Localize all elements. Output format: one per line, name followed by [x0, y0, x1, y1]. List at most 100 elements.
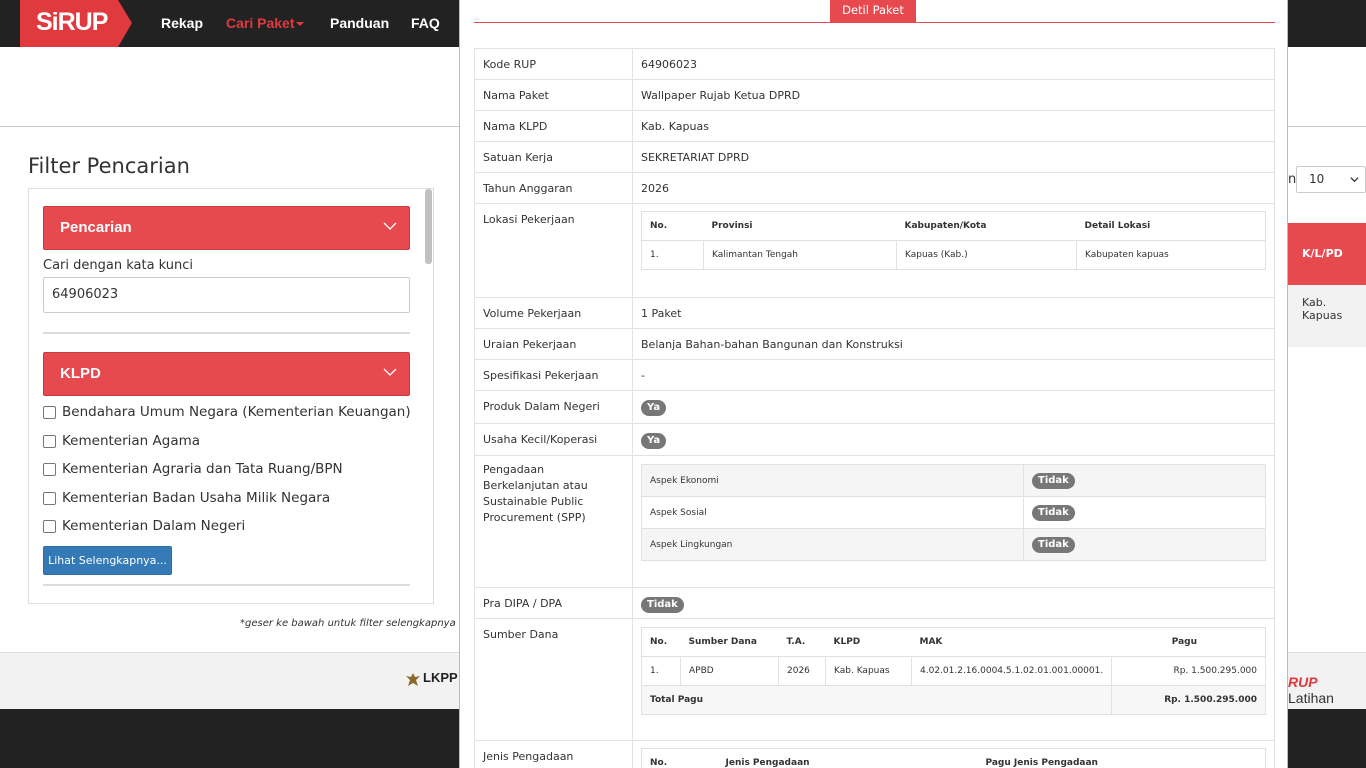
dana-header-row: No. Sumber Dana T.A. KLPD MAK Pagu — [641, 627, 1266, 657]
pencarian-accordion[interactable]: Pencarian — [43, 206, 410, 250]
col-header: T.A. — [778, 627, 826, 657]
nav-rekap[interactable]: Rekap — [161, 15, 203, 31]
total-value: Rp. 1.500.295.000 — [1111, 685, 1266, 715]
detail-label: Volume Pekerjaan — [474, 297, 633, 329]
nav-cari-paket-label: Cari Paket — [226, 15, 295, 31]
total-row: Total Pagu Rp. 1.500.295.000 — [640, 685, 1266, 715]
status-badge: Ya — [641, 400, 667, 416]
col-header: KLPD — [825, 627, 912, 657]
detail-label: Sumber Dana — [474, 618, 633, 741]
table-row: 1. Kalimantan Tengah Kapuas (Kab.) Kabup… — [641, 240, 1266, 270]
table-row: Aspek Sosial Tidak — [641, 496, 1266, 529]
checkbox[interactable] — [43, 405, 56, 419]
cell: Kab. Kapuas — [825, 656, 912, 686]
detail-table: Kode RUP 64906023 Nama Paket Wallpaper R… — [474, 48, 1275, 768]
checkbox[interactable] — [43, 519, 56, 533]
col-header: Kabupaten/Kota — [896, 211, 1077, 241]
detail-row: Spesifikasi Pekerjaan - — [474, 359, 1275, 391]
nav-faq[interactable]: FAQ — [411, 15, 440, 31]
detail-value: Kab. Kapuas — [632, 110, 1275, 142]
keyword-input[interactable]: 64906023 — [43, 277, 410, 313]
cell: Tidak — [1023, 496, 1266, 529]
klpd-option[interactable]: Kementerian Dalam Negeri — [43, 518, 245, 534]
detail-label: Jenis Pengadaan — [474, 740, 633, 768]
nav-cari-paket[interactable]: Cari Paket — [226, 15, 305, 31]
logo-text: SiRUP — [36, 8, 108, 36]
klpd-option-label: Kementerian Badan Usaha Milik Negara — [62, 490, 331, 506]
col-header: Jenis Pengadaan — [717, 748, 978, 768]
lkpp-text: LKPP — [423, 670, 458, 685]
keyword-label: Cari dengan kata kunci — [43, 258, 194, 273]
detail-label: Kode RUP — [474, 48, 633, 80]
sumber-dana-table: No. Sumber Dana T.A. KLPD MAK Pagu 1. AP… — [640, 627, 1266, 715]
lokasi-header-row: No. Provinsi Kabupaten/Kota Detail Lokas… — [641, 211, 1266, 241]
col-header: No. — [641, 748, 718, 768]
detail-label: Nama KLPD — [474, 110, 633, 142]
cell: 1. — [641, 656, 681, 686]
klpd-option-label: Kementerian Agraria dan Tata Ruang/BPN — [62, 461, 343, 477]
col-header: Pagu Jenis Pengadaan — [977, 748, 1266, 768]
klpd-option[interactable]: Kementerian Badan Usaha Milik Negara — [43, 490, 330, 506]
detail-value: Ya — [632, 390, 1275, 424]
show-entries-label: n — [1288, 172, 1297, 187]
status-badge: Ya — [641, 433, 667, 449]
detail-row: Uraian Pekerjaan Belanja Bahan-bahan Ban… — [474, 328, 1275, 360]
klpd-accordion[interactable]: KLPD — [43, 352, 410, 396]
detail-label: Nama Paket — [474, 79, 633, 111]
detail-label: Uraian Pekerjaan — [474, 328, 633, 360]
detail-label: Lokasi Pekerjaan — [474, 203, 633, 298]
detail-value: No. Jenis Pengadaan Pagu Jenis Pengadaan — [632, 740, 1275, 768]
detail-row: Usaha Kecil/Koperasi Ya — [474, 423, 1275, 456]
klpd-option[interactable]: Kementerian Agraria dan Tata Ruang/BPN — [43, 461, 343, 477]
lkpp-logo: LKPP — [405, 670, 460, 692]
detail-value: 2026 — [632, 172, 1275, 204]
jenis-pengadaan-table: No. Jenis Pengadaan Pagu Jenis Pengadaan — [641, 748, 1266, 768]
detail-modal: Detil Paket Kode RUP 64906023 Nama Paket… — [459, 0, 1288, 768]
checkbox[interactable] — [43, 462, 56, 476]
detail-value: Tidak — [632, 587, 1275, 619]
cell: 2026 — [778, 656, 826, 686]
detail-value: SEKRETARIAT DPRD — [632, 141, 1275, 173]
garuda-icon — [406, 673, 420, 686]
detail-row: Nama KLPD Kab. Kapuas — [474, 110, 1275, 142]
klpd-option[interactable]: Kementerian Agama — [43, 433, 200, 449]
detail-label: Usaha Kecil/Koperasi — [474, 423, 633, 456]
spp-table: Aspek Ekonomi Tidak Aspek Sosial Tidak A… — [641, 464, 1266, 561]
sirup-logo[interactable]: SiRUP — [0, 0, 132, 47]
cell: Kabupaten kapuas — [1076, 240, 1266, 270]
detail-value: Aspek Ekonomi Tidak Aspek Sosial Tidak A… — [632, 455, 1275, 588]
chevron-down-icon — [383, 368, 397, 376]
detail-row: Nama Paket Wallpaper Rujab Ketua DPRD — [474, 79, 1275, 111]
divider — [43, 584, 410, 586]
detail-row: Tahun Anggaran 2026 — [474, 172, 1275, 204]
checkbox[interactable] — [43, 434, 56, 448]
table-row: Aspek Lingkungan Tidak — [641, 528, 1266, 561]
results-cell: Kab. Kapuas — [1288, 285, 1366, 347]
col-header: No. — [641, 627, 681, 657]
detail-value: No. Sumber Dana T.A. KLPD MAK Pagu 1. AP… — [632, 618, 1275, 741]
klpd-option[interactable]: Bendahara Umum Negara (Kementerian Keuan… — [43, 404, 411, 420]
filter-title: Filter Pencarian — [28, 154, 190, 178]
detail-label: Pengadaan Berkelanjutan atau Sustainable… — [474, 455, 633, 588]
detail-row: Kode RUP 64906023 — [474, 48, 1275, 80]
detail-label: Produk Dalam Negeri — [474, 390, 633, 424]
col-header: Detail Lokasi — [1076, 211, 1266, 241]
modal-title-tab: Detil Paket — [830, 0, 916, 23]
chevron-down-icon — [1350, 177, 1359, 183]
detail-row: Pra DIPA / DPA Tidak — [474, 587, 1275, 619]
filter-hint: *geser ke bawah untuk filter selengkapny… — [240, 618, 456, 629]
filter-panel — [28, 188, 434, 604]
page-size-select[interactable]: 10 — [1296, 166, 1366, 193]
divider — [43, 332, 410, 334]
filter-scrollbar[interactable] — [425, 189, 432, 264]
nav-panduan[interactable]: Panduan — [330, 15, 389, 31]
checkbox[interactable] — [43, 491, 56, 505]
col-header: No. — [641, 211, 704, 241]
detail-row: Produk Dalam Negeri Ya — [474, 390, 1275, 424]
see-more-button[interactable]: Lihat Selengkapnya... — [43, 546, 172, 575]
cell: Aspek Lingkungan — [641, 528, 1024, 561]
detail-value: 64906023 — [632, 48, 1275, 80]
total-label: Total Pagu — [640, 685, 1113, 715]
klpd-column-label: K/L/PD — [1302, 247, 1343, 260]
cell: 4.02.01.2.16.0004.5.1.02.01.001.00001. — [910, 656, 1113, 686]
